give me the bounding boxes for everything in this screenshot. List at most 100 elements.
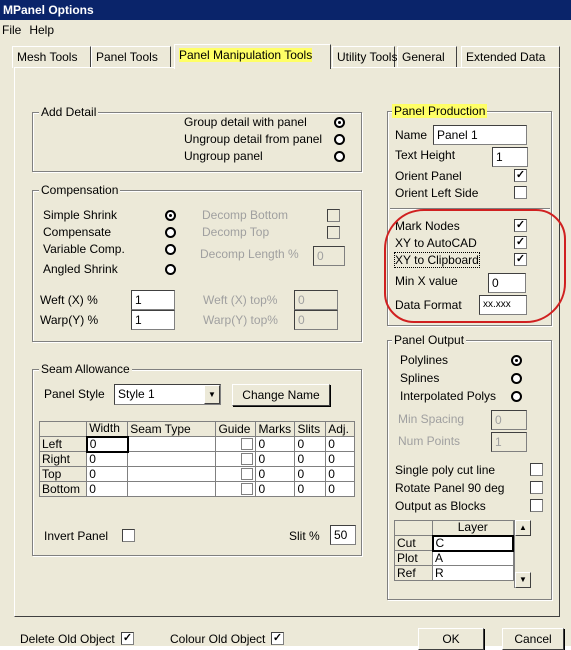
width-cell[interactable]: 0 [86,451,129,467]
add-detail-legend: Add Detail [39,105,99,119]
panel-style-select[interactable]: Style 1 ▼ [114,384,221,405]
invert-panel-checkbox[interactable] [122,529,135,542]
marks-cell[interactable]: 0 [255,466,296,482]
group-detail-radio[interactable] [334,117,345,128]
slits-cell[interactable]: 0 [294,466,327,482]
col-adj: Adj. [325,421,355,437]
guide-cell[interactable] [215,451,257,467]
single-poly-checkbox[interactable] [530,463,543,476]
seam-type-cell[interactable] [127,436,217,452]
chevron-down-icon[interactable]: ▼ [204,385,220,404]
menu-file[interactable]: File [2,23,21,37]
variable-comp-label: Variable Comp. [43,242,125,256]
tab-general[interactable]: General [397,46,457,68]
compensate-radio[interactable] [165,227,176,238]
slit-field[interactable]: 50 [330,525,356,545]
simple-shrink-radio[interactable] [165,210,176,221]
marks-cell[interactable]: 0 [255,481,296,497]
seam-type-cell[interactable] [127,466,217,482]
rotate-panel-checkbox[interactable] [530,481,543,494]
angled-shrink-label: Angled Shrink [43,262,118,276]
slits-cell[interactable]: 0 [294,481,327,497]
layer-scrollbar[interactable]: ▲ ▼ [514,520,531,588]
decomp-bottom-checkbox[interactable] [327,209,340,222]
seam-type-cell[interactable] [127,481,217,497]
ok-button[interactable]: OK [418,628,484,650]
weft-field[interactable]: 1 [131,290,175,310]
panel-production-legend: Panel Production [392,104,488,118]
marks-cell[interactable]: 0 [255,436,296,452]
warp-field[interactable]: 1 [131,310,175,330]
layer-name: Cut [394,535,433,551]
num-points-field[interactable]: 1 [491,432,527,452]
table-row: Left 0 0 0 0 [38,435,355,453]
adj-cell[interactable]: 0 [325,451,355,467]
cancel-button[interactable]: Cancel [502,628,564,650]
tab-extended-data[interactable]: Extended Data [461,46,560,68]
adj-cell[interactable]: 0 [325,481,355,497]
guide-checkbox[interactable] [241,453,254,466]
warp-top-label: Warp(Y) top% [203,313,278,327]
menu-help[interactable]: Help [29,23,54,37]
ungroup-panel-radio[interactable] [334,151,345,162]
width-cell[interactable]: 0 [86,466,129,482]
slits-cell[interactable]: 0 [294,436,327,452]
delete-old-label: Delete Old Object [20,632,115,646]
tab-active-label: Panel Manipulation Tools [179,48,313,62]
adj-cell[interactable]: 0 [325,436,355,452]
guide-checkbox[interactable] [241,468,254,481]
decomp-length-field[interactable]: 0 [313,246,345,266]
group-detail-label: Group detail with panel [184,115,307,129]
layer-value[interactable]: R [432,565,514,581]
layer-value[interactable]: C [431,534,514,552]
seam-allowance-legend: Seam Allowance [39,362,132,376]
min-spacing-label: Min Spacing [398,412,465,426]
change-name-button[interactable]: Change Name [232,384,330,406]
orient-panel-checkbox[interactable]: ✓ [514,169,527,182]
marks-cell[interactable]: 0 [255,451,296,467]
layer-name: Ref [394,565,433,581]
tab-panel-tools[interactable]: Panel Tools [91,46,171,68]
corner-cell [394,520,433,536]
adj-cell[interactable]: 0 [325,466,355,482]
compensate-label: Compensate [43,225,112,239]
guide-cell[interactable] [215,466,257,482]
invert-panel-label: Invert Panel [44,529,109,543]
tab-mesh-tools[interactable]: Mesh Tools [12,46,91,68]
guide-checkbox[interactable] [241,438,254,451]
min-spacing-field[interactable]: 0 [491,410,527,430]
polylines-label: Polylines [400,353,449,367]
col-guide: Guide [215,421,257,437]
guide-checkbox[interactable] [241,483,254,496]
table-row: Plot A [394,550,514,566]
width-cell[interactable]: 0 [85,435,129,453]
splines-radio[interactable] [511,373,522,384]
col-slits: Slits [294,421,327,437]
seam-type-cell[interactable] [127,451,217,467]
warp-top-field[interactable]: 0 [294,310,338,330]
polylines-radio[interactable] [511,355,522,366]
name-field[interactable]: Panel 1 [433,125,527,145]
guide-cell[interactable] [215,436,257,452]
output-blocks-checkbox[interactable] [530,499,543,512]
angled-shrink-radio[interactable] [165,264,176,275]
guide-cell[interactable] [215,481,257,497]
orient-left-checkbox[interactable] [514,186,527,199]
colour-old-checkbox[interactable]: ✓ [271,632,284,645]
delete-old-checkbox[interactable]: ✓ [121,632,134,645]
variable-comp-radio[interactable] [165,244,176,255]
scroll-down-icon[interactable]: ▼ [515,572,531,588]
interpolated-radio[interactable] [511,391,522,402]
slits-cell[interactable]: 0 [294,451,327,467]
layer-value[interactable]: A [432,550,514,566]
layer-table-header: Layer [394,520,514,536]
scroll-up-icon[interactable]: ▲ [515,520,531,536]
ungroup-detail-radio[interactable] [334,134,345,145]
slit-label: Slit % [289,529,320,543]
tab-panel-manipulation-tools[interactable]: Panel Manipulation Tools [174,44,331,69]
decomp-top-checkbox[interactable] [327,226,340,239]
weft-top-field[interactable]: 0 [294,290,338,310]
text-height-field[interactable]: 1 [492,147,528,167]
tab-utility-tools[interactable]: Utility Tools [332,46,397,68]
width-cell[interactable]: 0 [86,481,129,497]
